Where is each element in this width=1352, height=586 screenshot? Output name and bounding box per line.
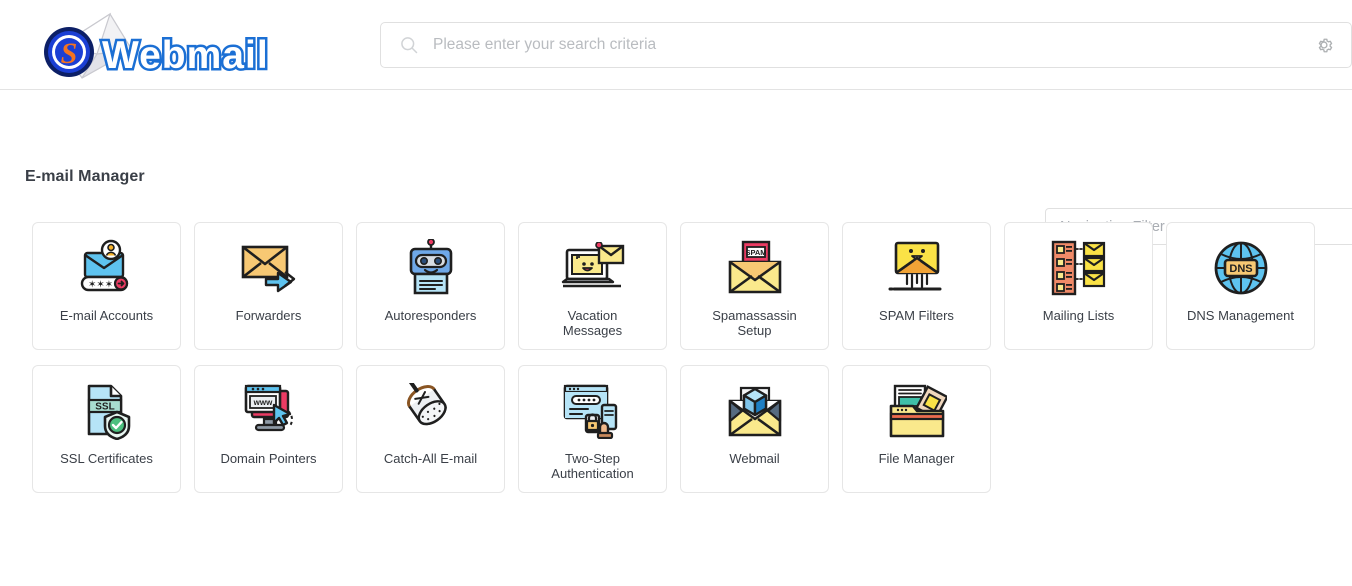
tile-label: DNS Management — [1187, 308, 1294, 323]
webmail-logo[interactable]: S Webmail — [22, 6, 272, 84]
two-step-authentication-icon — [557, 380, 629, 442]
tile-file-manager[interactable]: File Manager — [842, 365, 991, 493]
app-header: S Webmail — [0, 0, 1352, 90]
forwarders-icon — [233, 237, 305, 299]
mailing-lists-icon — [1043, 237, 1115, 299]
tile-spamassassin-setup[interactable]: SPAM Spamassassin Setup — [680, 222, 829, 350]
ssl-certificates-icon: SSL — [71, 380, 143, 442]
svg-text:Webmail: Webmail — [102, 34, 269, 77]
svg-text:S: S — [61, 37, 78, 70]
navigation-filter-row — [0, 90, 1352, 245]
tile-spam-filters[interactable]: SPAM Filters — [842, 222, 991, 350]
tile-mailing-lists[interactable]: Mailing Lists — [1004, 222, 1153, 350]
email-manager-tile-grid: ✶✶✶✶ E-mail Accounts Forwarders Autoresp… — [32, 222, 1332, 493]
search-input[interactable] — [419, 36, 1311, 54]
tile-label: Webmail — [729, 451, 780, 466]
tile-label: Forwarders — [235, 308, 302, 323]
tile-catch-all-e-mail[interactable]: Catch-All E-mail — [356, 365, 505, 493]
svg-text:SSL: SSL — [95, 402, 114, 413]
tile-domain-pointers[interactable]: www Domain Pointers — [194, 365, 343, 493]
gear-icon[interactable] — [1311, 32, 1337, 58]
tile-label: Domain Pointers — [220, 451, 317, 466]
tile-e-mail-accounts[interactable]: ✶✶✶✶ E-mail Accounts — [32, 222, 181, 350]
domain-pointers-icon: www — [233, 380, 305, 442]
spam-filters-icon — [881, 237, 953, 299]
logo-icon: S Webmail — [44, 12, 270, 80]
tile-dns-management[interactable]: DNS DNS Management — [1166, 222, 1315, 350]
tile-label: SSL Certificates — [60, 451, 153, 466]
tile-label: File Manager — [878, 451, 955, 466]
tile-ssl-certificates[interactable]: SSL SSL Certificates — [32, 365, 181, 493]
spamassassin-setup-icon: SPAM — [719, 237, 791, 299]
tile-webmail[interactable]: Webmail — [680, 365, 829, 493]
vacation-messages-icon — [557, 237, 629, 299]
svg-text:SPAM: SPAM — [745, 248, 766, 257]
page-title: E-mail Manager — [25, 168, 145, 185]
webmail-icon — [719, 380, 791, 442]
svg-text:DNS: DNS — [1229, 263, 1252, 275]
tile-label: Catch-All E-mail — [383, 451, 478, 466]
catch-all-email-icon — [395, 380, 467, 442]
tile-label: Mailing Lists — [1042, 308, 1115, 323]
tile-vacation-messages[interactable]: Vacation Messages — [518, 222, 667, 350]
tile-label: E-mail Accounts — [59, 308, 154, 323]
tile-label: Vacation Messages — [562, 308, 623, 338]
tile-forwarders[interactable]: Forwarders — [194, 222, 343, 350]
dns-management-icon: DNS — [1205, 237, 1277, 299]
svg-text:www: www — [252, 398, 272, 407]
email-accounts-icon: ✶✶✶✶ — [71, 237, 143, 299]
file-manager-icon — [881, 380, 953, 442]
autoresponders-icon — [395, 237, 467, 299]
search-icon — [401, 37, 418, 54]
tile-label: SPAM Filters — [879, 308, 954, 323]
tile-autoresponders[interactable]: Autoresponders — [356, 222, 505, 350]
tile-two-step-authentication[interactable]: Two-Step Authentication — [518, 365, 667, 493]
tile-label: Autoresponders — [384, 308, 477, 323]
tile-label: Two-Step Authentication — [551, 451, 634, 481]
search-bar[interactable] — [380, 22, 1352, 68]
tile-label: Spamassassin Setup — [712, 308, 797, 338]
